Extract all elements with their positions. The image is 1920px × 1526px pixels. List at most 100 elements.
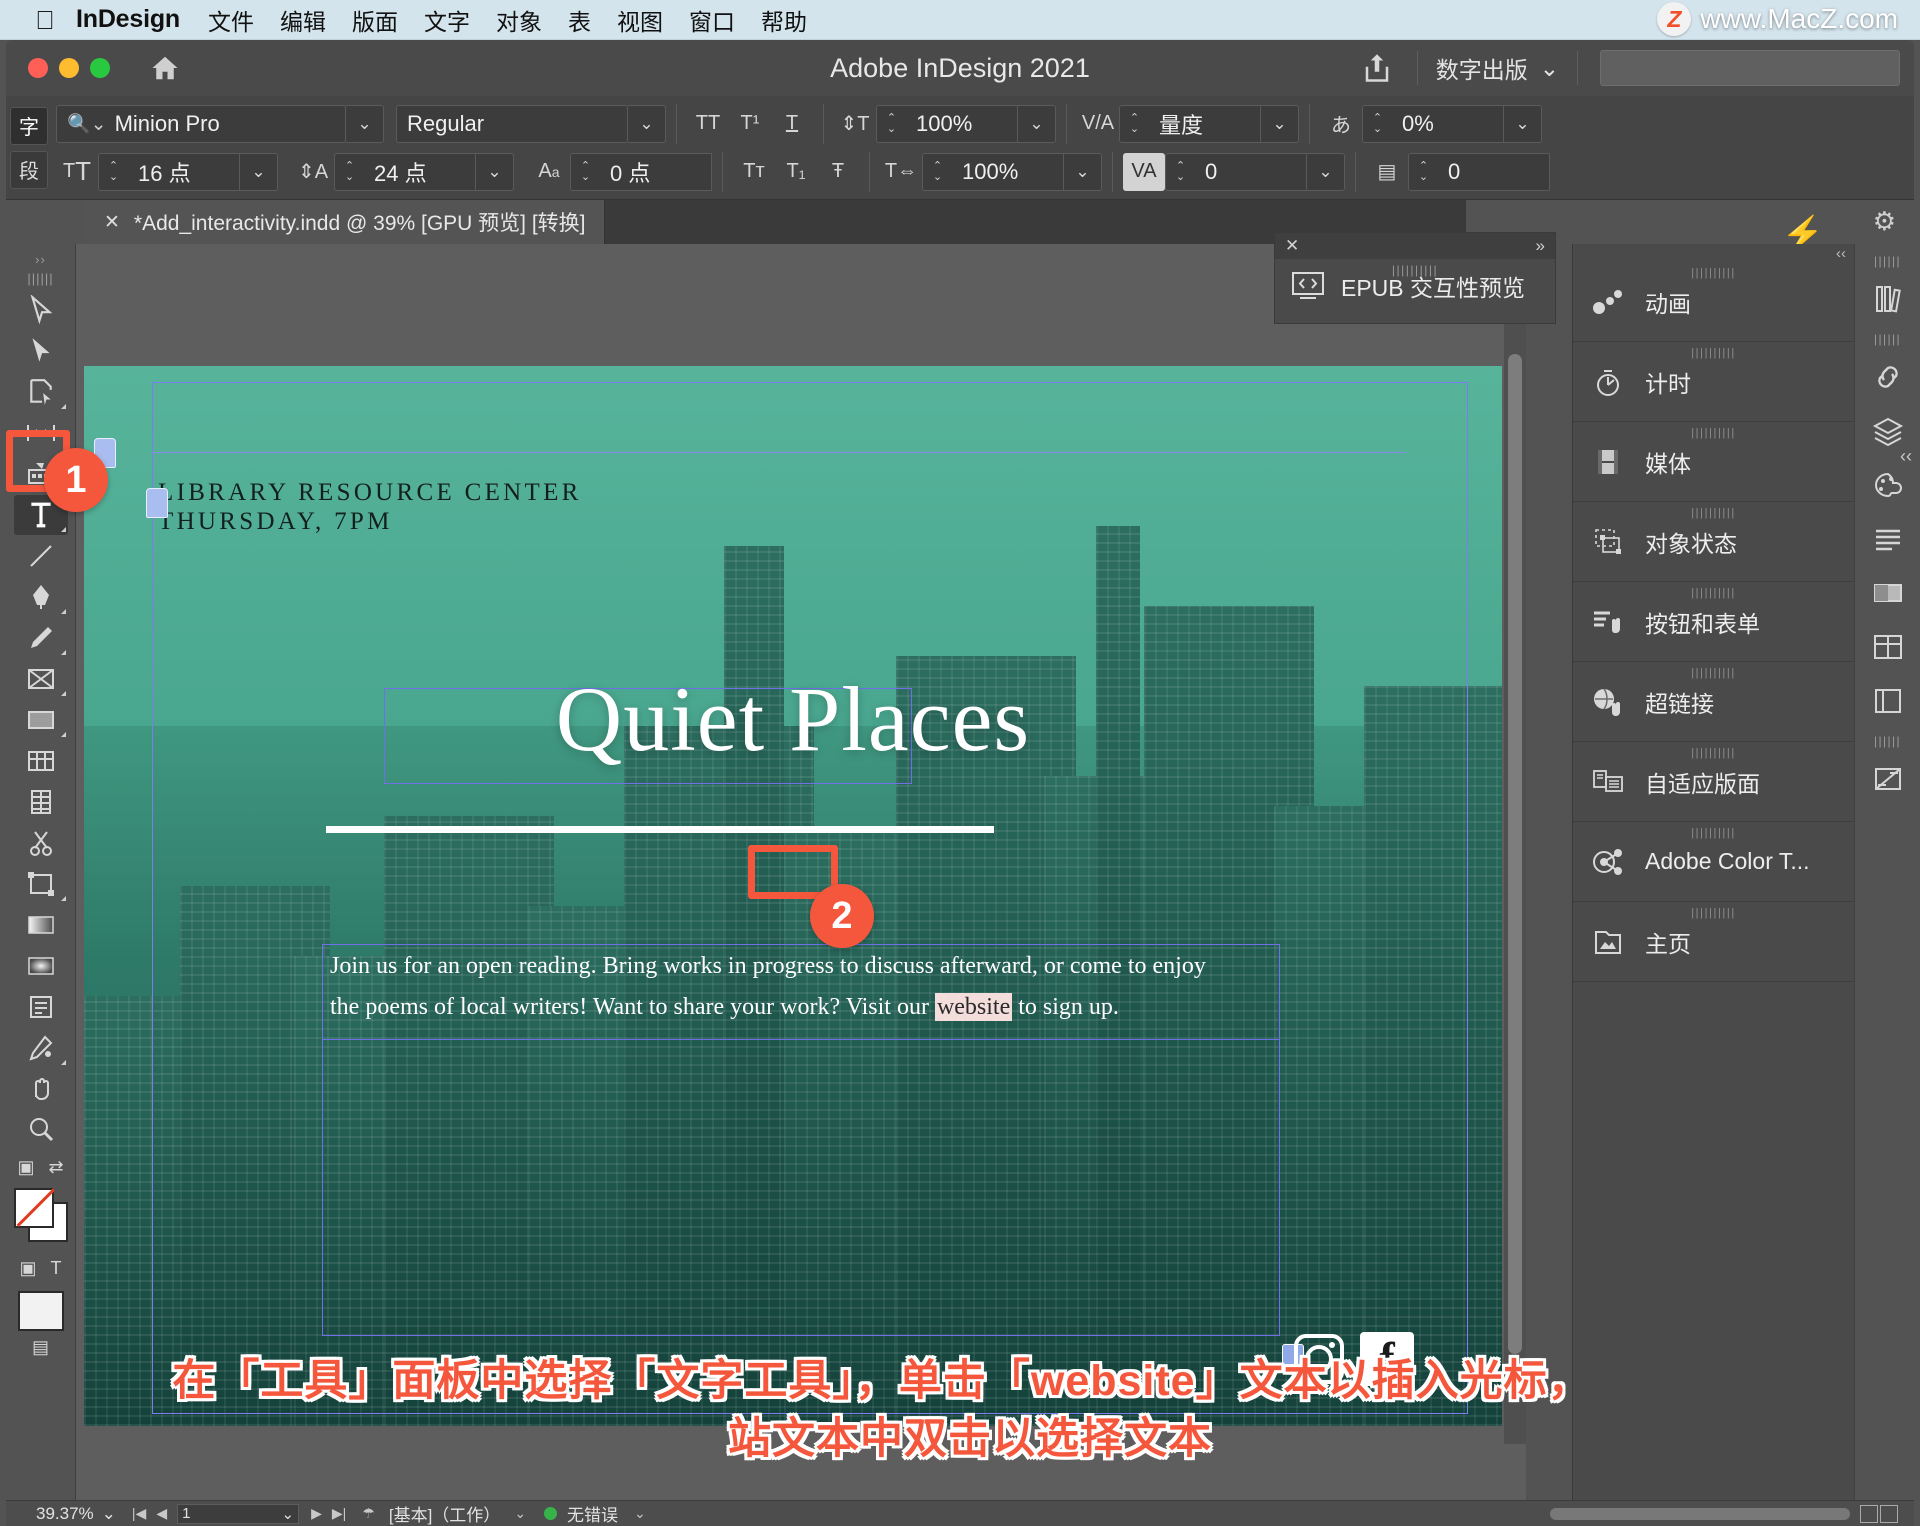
zoom-control[interactable]: 39.37% ⌄ bbox=[36, 1504, 116, 1524]
font-style-dropdown-icon[interactable]: ⌄ bbox=[628, 104, 666, 143]
menu-item-type[interactable]: 文字 bbox=[424, 3, 470, 37]
panel-drag-grip[interactable]: |||||||||| bbox=[1691, 907, 1736, 919]
search-input[interactable] bbox=[1600, 50, 1900, 86]
direct-selection-tool[interactable] bbox=[14, 331, 68, 371]
horizontal-scale-input[interactable]: 100% bbox=[952, 152, 1064, 191]
font-size-stepper[interactable]: ⌃ ⌄ bbox=[98, 152, 128, 191]
formatting-affects-container-icon[interactable]: ▣ bbox=[19, 1258, 36, 1279]
selection-tool[interactable] bbox=[14, 290, 68, 330]
kerning-dropdown-icon[interactable]: ⌄ bbox=[1261, 104, 1299, 143]
tsume-dropdown-icon[interactable]: ⌄ bbox=[1504, 104, 1542, 143]
font-style-input[interactable]: Regular bbox=[396, 104, 628, 143]
pages-panel-icon[interactable] bbox=[1862, 676, 1914, 726]
gradient-swatch-tool[interactable] bbox=[14, 741, 68, 781]
paragraph-formatting-button[interactable]: 段 bbox=[10, 150, 48, 189]
character-formatting-button[interactable]: 字 bbox=[10, 106, 48, 145]
formatting-affects-text-icon[interactable]: T bbox=[51, 1258, 62, 1279]
line-tool[interactable] bbox=[14, 536, 68, 576]
rail-drag-grip[interactable]: |||||| bbox=[1874, 254, 1901, 268]
panel-drag-grip[interactable]: |||||||||| bbox=[1691, 427, 1736, 439]
font-family-dropdown-icon[interactable]: ⌄ bbox=[346, 104, 384, 143]
first-page-button[interactable]: |◀ bbox=[132, 1505, 146, 1522]
tracking-dropdown-icon[interactable]: ⌄ bbox=[1307, 152, 1345, 191]
panel-drag-grip[interactable]: |||||||||| bbox=[1691, 587, 1736, 599]
font-family-input[interactable]: 🔍⌄ Minion Pro bbox=[56, 104, 346, 143]
screen-mode-icon[interactable]: ▤ bbox=[32, 1337, 49, 1358]
panel-drag-grip[interactable]: |||||||||| bbox=[1691, 827, 1736, 839]
chevron-down-icon[interactable]: ⌄ bbox=[102, 1504, 116, 1524]
document-tab[interactable]: ✕ *Add_interactivity.indd @ 39% [GPU 预览]… bbox=[86, 200, 605, 244]
dock-collapse-button[interactable]: ‹‹ bbox=[1573, 244, 1854, 262]
menu-app-name[interactable]: InDesign bbox=[76, 5, 180, 34]
gear-icon[interactable]: ⚙ bbox=[1873, 206, 1896, 237]
pen-tool[interactable] bbox=[14, 577, 68, 617]
expand-icon[interactable]: » bbox=[1536, 236, 1545, 256]
menu-item-window[interactable]: 窗口 bbox=[689, 3, 735, 37]
horizontal-scrollbar[interactable] bbox=[1550, 1507, 1850, 1520]
leading-stepper[interactable]: ⌃ ⌄ bbox=[334, 152, 364, 191]
superscript-button[interactable]: T¹ bbox=[729, 105, 771, 143]
panel-item-object-states[interactable]: |||||||||| 对象状态 bbox=[1573, 502, 1854, 582]
close-icon[interactable]: ✕ bbox=[104, 211, 120, 234]
links-icon[interactable] bbox=[1862, 352, 1914, 402]
subscript-button[interactable]: T₁ bbox=[775, 153, 817, 191]
tsume-input[interactable]: 0% bbox=[1392, 104, 1504, 143]
panel-item-hyperlinks[interactable]: |||||||||| 超链接 bbox=[1573, 662, 1854, 742]
menu-item-help[interactable]: 帮助 bbox=[761, 3, 807, 37]
tsume-stepper[interactable]: ⌃ ⌄ bbox=[1362, 104, 1392, 143]
pencil-tool[interactable] bbox=[14, 618, 68, 658]
stroke-icon[interactable] bbox=[1862, 568, 1914, 618]
hand-tool[interactable] bbox=[14, 1069, 68, 1109]
document-title-text[interactable]: Quiet Places bbox=[84, 666, 1502, 772]
swatches-icon[interactable] bbox=[1862, 460, 1914, 510]
horizontal-scale-stepper[interactable]: ⌃ ⌄ bbox=[922, 152, 952, 191]
panel-drag-grip[interactable]: |||||||||| bbox=[1691, 747, 1736, 759]
menu-item-edit[interactable]: 编辑 bbox=[280, 3, 326, 37]
vertical-scale-stepper[interactable]: ⌃ ⌄ bbox=[876, 104, 906, 143]
minimize-window-button[interactable] bbox=[59, 58, 79, 78]
canvas-vertical-scrollbar[interactable] bbox=[1504, 304, 1526, 1444]
grid-spacing-input[interactable]: 0 bbox=[1438, 152, 1550, 191]
close-window-button[interactable] bbox=[28, 58, 48, 78]
default-fill-stroke-icon[interactable]: ▣ bbox=[17, 1157, 34, 1178]
panel-drag-grip[interactable]: |||||||||| bbox=[1691, 267, 1736, 279]
kerning-input[interactable]: 量度 bbox=[1149, 104, 1261, 143]
kerning-stepper[interactable]: ⌃ ⌄ bbox=[1119, 104, 1149, 143]
scissors-tool[interactable] bbox=[14, 823, 68, 863]
cc-libraries-icon[interactable] bbox=[1862, 274, 1914, 324]
color-theme-tool[interactable] bbox=[14, 1028, 68, 1068]
tools-panel-grip[interactable]: ›› bbox=[35, 252, 46, 267]
previous-page-button[interactable]: ◀ bbox=[156, 1505, 167, 1522]
panel-item-buttons-forms[interactable]: |||||||||| 按钮和表单 bbox=[1573, 582, 1854, 662]
fill-stroke-swatches[interactable] bbox=[12, 1188, 70, 1252]
tools-panel-drag-handle[interactable]: |||||| bbox=[27, 271, 53, 286]
view-mode-buttons[interactable] bbox=[1860, 1504, 1898, 1523]
effects-icon[interactable] bbox=[1862, 754, 1914, 804]
next-page-button[interactable]: ▶ bbox=[311, 1505, 322, 1522]
single-page-view-icon[interactable] bbox=[1860, 1504, 1878, 1523]
workspace-switcher[interactable]: 数字出版 ⌄ bbox=[1428, 51, 1567, 85]
leading-dropdown-icon[interactable]: ⌄ bbox=[476, 152, 514, 191]
none-swatch-icon[interactable] bbox=[14, 1188, 54, 1228]
menu-item-layout[interactable]: 版面 bbox=[352, 3, 398, 37]
menu-item-file[interactable]: 文件 bbox=[208, 3, 254, 37]
panel-drag-grip[interactable]: |||||||||| bbox=[1691, 507, 1736, 519]
preflight-icon[interactable]: ☂ bbox=[362, 1505, 375, 1522]
swap-fill-stroke-icon[interactable]: ⇄ bbox=[48, 1157, 63, 1178]
note-tool[interactable] bbox=[14, 987, 68, 1027]
panel-item-media[interactable]: |||||||||| 媒体 bbox=[1573, 422, 1854, 502]
tables-icon[interactable] bbox=[1862, 622, 1914, 672]
small-caps-button[interactable]: Tт bbox=[733, 153, 775, 191]
panel-item-pages[interactable]: |||||||||| 主页 bbox=[1573, 902, 1854, 982]
font-size-dropdown-icon[interactable]: ⌄ bbox=[240, 152, 278, 191]
vertical-scale-dropdown-icon[interactable]: ⌄ bbox=[1018, 104, 1056, 143]
panel-item-timing[interactable]: |||||||||| 计时 bbox=[1573, 342, 1854, 422]
vertical-scale-input[interactable]: 100% bbox=[906, 104, 1018, 143]
grid-spacing-stepper[interactable]: ⌃ ⌄ bbox=[1408, 152, 1438, 191]
menu-item-object[interactable]: 对象 bbox=[496, 3, 542, 37]
leading-input[interactable]: 24 点 bbox=[364, 152, 476, 191]
all-caps-button[interactable]: TT bbox=[687, 105, 729, 143]
maximize-window-button[interactable] bbox=[90, 58, 110, 78]
panel-item-adobe-color-themes[interactable]: |||||||||| Adobe Color T... bbox=[1573, 822, 1854, 902]
menu-item-view[interactable]: 视图 bbox=[617, 3, 663, 37]
